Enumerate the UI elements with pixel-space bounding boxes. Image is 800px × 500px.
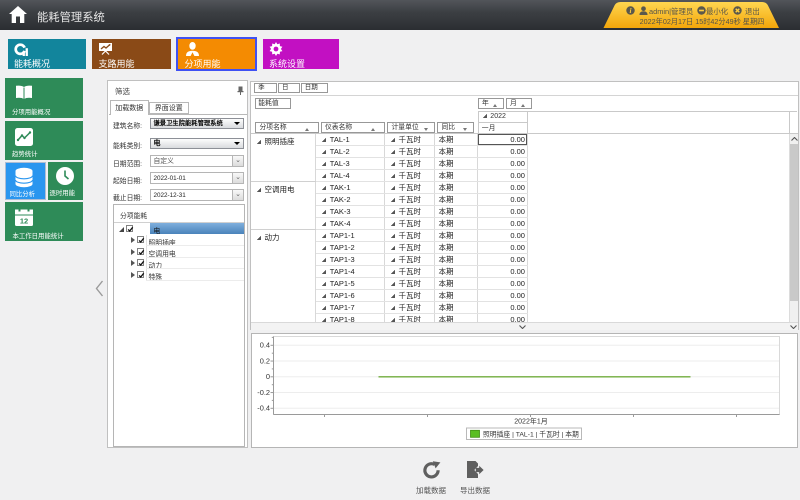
svg-text:-0.4: -0.4 <box>257 403 270 412</box>
svg-text:照明插座 | TAL-1 | 千瓦时 | 本期: 照明插座 | TAL-1 | 千瓦时 | 本期 <box>483 429 579 438</box>
svg-text:0.4: 0.4 <box>260 340 270 349</box>
svg-text:12: 12 <box>20 217 28 226</box>
svg-text:i: i <box>629 7 631 15</box>
svg-text:2022年1月: 2022年1月 <box>514 416 547 425</box>
svg-text:-0.2: -0.2 <box>257 387 270 396</box>
svg-text:0.2: 0.2 <box>260 356 270 365</box>
svg-text:0: 0 <box>266 372 270 381</box>
